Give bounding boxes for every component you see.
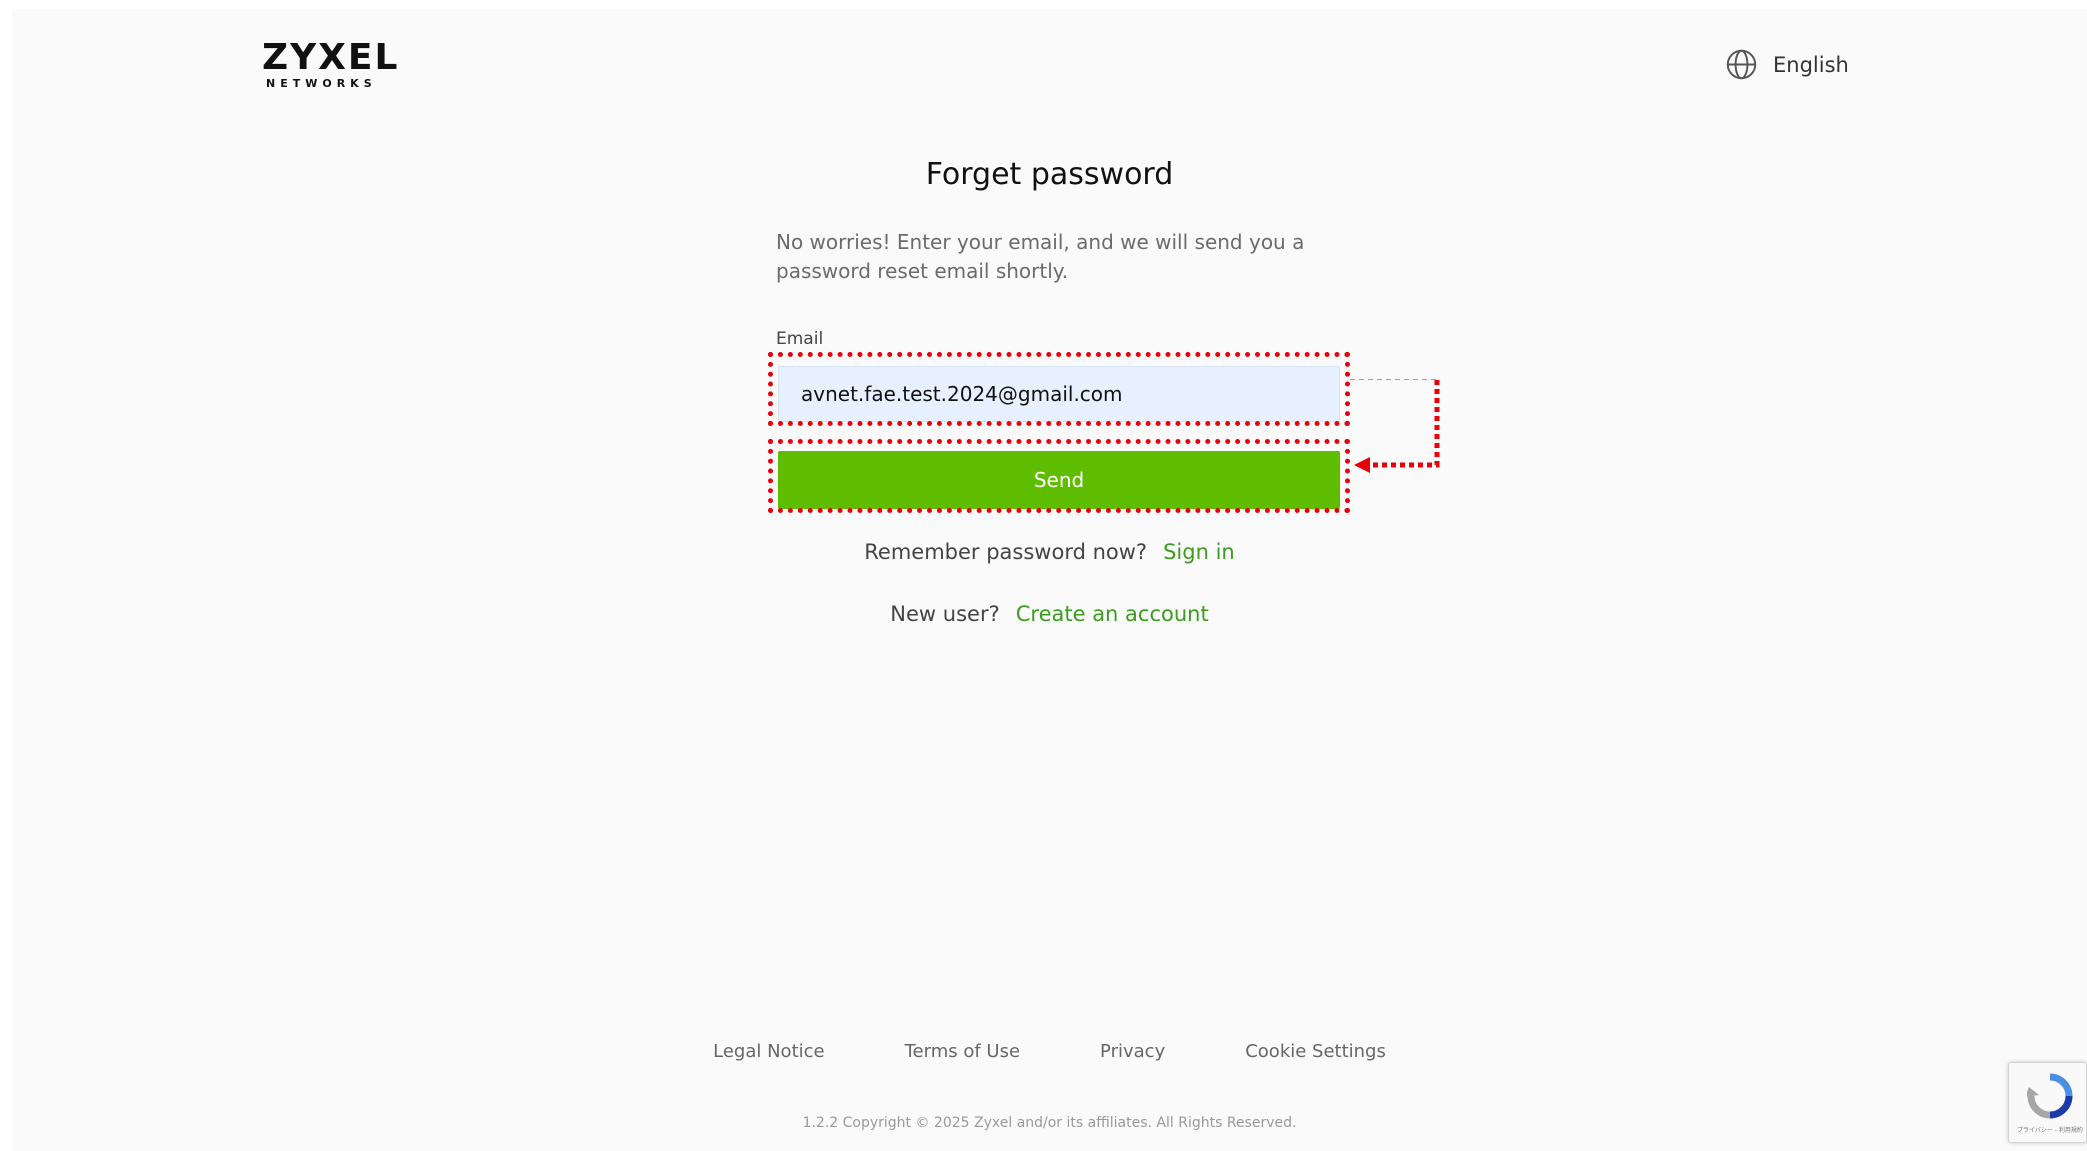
page-description: No worries! Enter your email, and we wil… xyxy=(776,230,1305,283)
recaptcha-terms: プライバシー - 利用規約 xyxy=(2017,1127,2083,1134)
send-button[interactable]: Send xyxy=(778,451,1340,509)
sign-in-link[interactable]: Sign in xyxy=(1163,540,1235,564)
globe-icon xyxy=(1726,49,1757,80)
language-label: English xyxy=(1773,52,1849,77)
privacy-link[interactable]: Privacy xyxy=(1100,1041,1165,1062)
new-user-row: New user? Create an account xyxy=(12,602,2087,626)
language-selector[interactable]: English xyxy=(1725,48,1849,81)
page: ZYXEL NETWORKS English Forget password N… xyxy=(12,9,2087,1151)
remember-password-row: Remember password now? Sign in xyxy=(12,540,2087,564)
page-title: Forget password xyxy=(925,157,1174,192)
email-field[interactable] xyxy=(778,366,1340,422)
legal-notice-link[interactable]: Legal Notice xyxy=(713,1041,824,1062)
zyxel-logo[interactable]: ZYXEL NETWORKS xyxy=(262,37,400,91)
terms-of-use-link[interactable]: Terms of Use xyxy=(905,1041,1020,1062)
recaptcha-badge[interactable]: プライバシー - 利用規約 xyxy=(2008,1062,2087,1143)
email-label: Email xyxy=(776,329,824,349)
new-user-text: New user? xyxy=(890,602,1000,626)
footer-links: Legal Notice Terms of Use Privacy Cookie… xyxy=(12,1041,2087,1062)
cookie-settings-link[interactable]: Cookie Settings xyxy=(1245,1041,1386,1062)
create-account-link[interactable]: Create an account xyxy=(1016,602,1209,626)
logo-subtitle: NETWORKS xyxy=(266,77,377,90)
annotation-arrow xyxy=(1350,379,1440,473)
logo-wordmark: ZYXEL xyxy=(262,37,400,78)
recaptcha-icon xyxy=(2027,1073,2073,1119)
remember-password-text: Remember password now? xyxy=(864,540,1148,564)
copyright-text: 1.2.2 Copyright © 2025 Zyxel and/or its … xyxy=(802,1115,1297,1131)
